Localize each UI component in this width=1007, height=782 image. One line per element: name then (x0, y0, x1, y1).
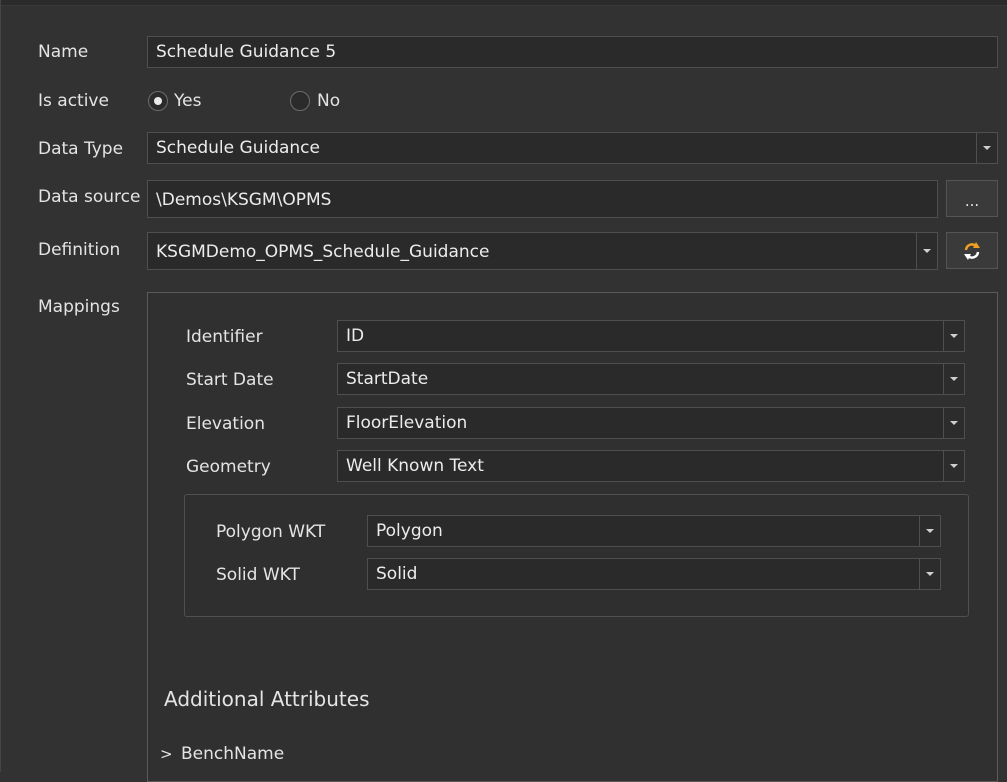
polygon-wkt-select[interactable]: Polygon (367, 515, 941, 547)
active-yes-label[interactable]: Yes (174, 90, 201, 112)
polygon-wkt-label: Polygon WKT (216, 522, 326, 542)
left-border (0, 0, 1, 772)
identifier-value: ID (346, 326, 365, 346)
datatype-dropdown-button[interactable] (976, 133, 997, 163)
bench-name-label: BenchName (181, 744, 285, 764)
browse-button[interactable]: ... (946, 180, 998, 217)
active-no-radio[interactable] (290, 91, 310, 111)
polygon-wkt-value: Polygon (376, 521, 443, 541)
chevron-down-icon (950, 377, 958, 381)
name-label: Name (38, 42, 89, 62)
chevron-down-icon (926, 572, 934, 576)
startdate-label: Start Date (186, 370, 274, 390)
refresh-button[interactable] (946, 232, 998, 269)
active-no-label[interactable]: No (317, 90, 340, 112)
active-yes-radio[interactable] (148, 91, 168, 111)
top-border (0, 0, 1007, 6)
refresh-icon (964, 242, 980, 260)
elevation-select[interactable]: FloorElevation (337, 407, 965, 439)
definition-label: Definition (38, 240, 121, 260)
datatype-value: Schedule Guidance (156, 138, 320, 158)
mappings-label: Mappings (38, 297, 120, 317)
elevation-value: FloorElevation (346, 413, 468, 433)
startdate-dropdown-button[interactable] (943, 364, 964, 394)
datasource-input[interactable]: \Demos\KSGM\OPMS (147, 180, 938, 218)
chevron-down-icon (950, 421, 958, 425)
solid-wkt-value: Solid (376, 564, 418, 584)
additional-attributes-title: Additional Attributes (164, 687, 370, 711)
definition-select[interactable]: KSGMDemo_OPMS_Schedule_Guidance (147, 232, 938, 270)
solid-wkt-label: Solid WKT (216, 565, 300, 585)
elevation-label: Elevation (186, 414, 265, 434)
startdate-value: StartDate (346, 369, 429, 389)
elevation-dropdown-button[interactable] (943, 408, 964, 438)
wkt-panel (184, 494, 969, 617)
solid-wkt-select[interactable]: Solid (367, 558, 941, 590)
chevron-down-icon (983, 146, 991, 150)
definition-dropdown-button[interactable] (916, 233, 937, 269)
chevron-down-icon (923, 249, 931, 253)
chevron-down-icon (950, 334, 958, 338)
chevron-down-icon (950, 464, 958, 468)
datatype-label: Data Type (38, 139, 124, 159)
identifier-select[interactable]: ID (337, 320, 965, 352)
datasource-label: Data source (38, 187, 141, 207)
datatype-select[interactable]: Schedule Guidance (147, 132, 998, 164)
geometry-select[interactable]: Well Known Text (337, 450, 965, 482)
geometry-dropdown-button[interactable] (943, 451, 964, 481)
geometry-value: Well Known Text (346, 456, 484, 476)
name-input[interactable]: Schedule Guidance 5 (147, 36, 998, 68)
active-label: Is active (38, 91, 109, 111)
expand-chevron-icon[interactable]: > (160, 743, 173, 765)
geometry-label: Geometry (186, 457, 271, 477)
startdate-select[interactable]: StartDate (337, 363, 965, 395)
identifier-dropdown-button[interactable] (943, 321, 964, 351)
identifier-label: Identifier (186, 327, 263, 347)
definition-value: KSGMDemo_OPMS_Schedule_Guidance (156, 242, 490, 262)
solid-wkt-dropdown-button[interactable] (919, 559, 940, 589)
bench-name-row[interactable]: > BenchName (160, 743, 360, 765)
chevron-down-icon (926, 529, 934, 533)
polygon-wkt-dropdown-button[interactable] (919, 516, 940, 546)
